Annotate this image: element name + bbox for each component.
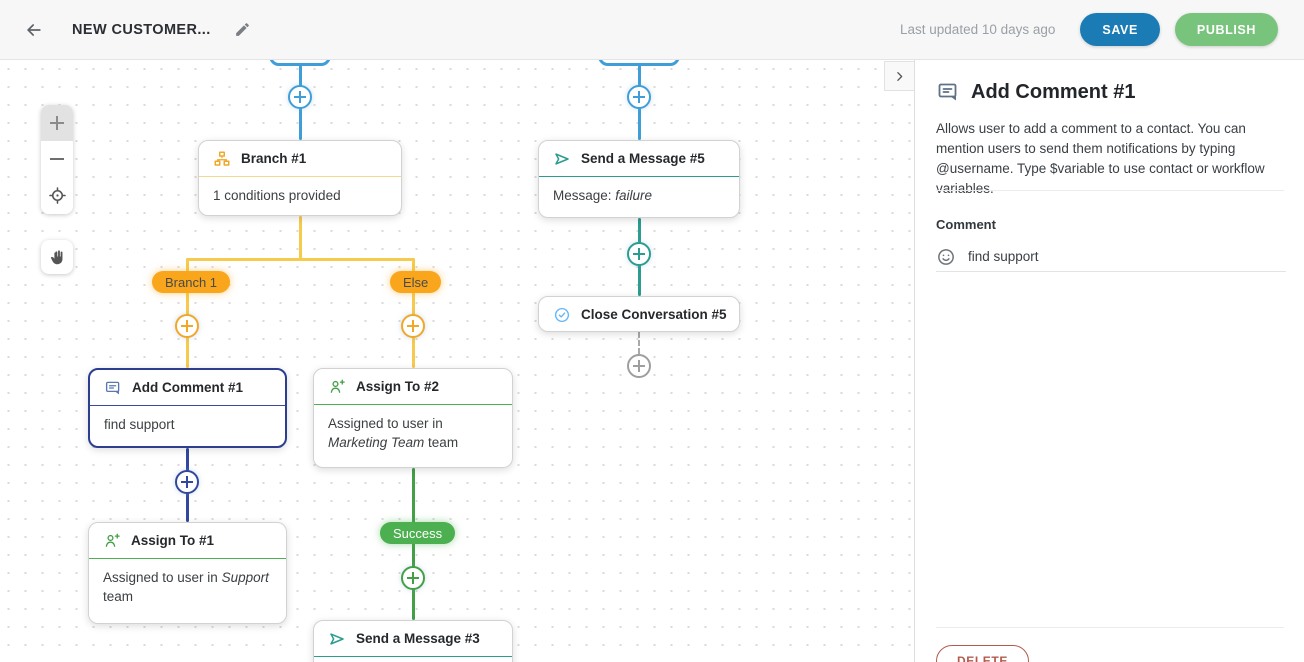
node-body: 1 conditions provided: [199, 177, 401, 214]
node-body: Assigned to user in Support team: [89, 559, 286, 615]
else-label-pill: Else: [390, 271, 441, 293]
node-body: Message: failure: [539, 177, 739, 214]
node-assign-to-2[interactable]: Assign To #2 Assigned to user in Marketi…: [313, 368, 513, 468]
save-button[interactable]: SAVE: [1080, 13, 1160, 46]
comment-input-value: find support: [968, 249, 1039, 264]
node-title: Assign To #1: [131, 533, 214, 548]
delete-button[interactable]: DELETE: [936, 645, 1029, 662]
success-label-pill: Success: [380, 522, 455, 544]
node-divider: [314, 656, 512, 657]
send-icon: [553, 150, 571, 168]
panel-title: Add Comment #1: [971, 81, 1135, 104]
zoom-in-button[interactable]: [41, 105, 73, 141]
workflow-canvas[interactable]: Branch 1 Else Success Branch #1 1 condit…: [0, 60, 914, 662]
edit-title-button[interactable]: [231, 18, 255, 42]
comment-field-label: Comment: [936, 217, 996, 232]
node-detail-panel: Add Comment #1 Allows user to add a comm…: [914, 60, 1304, 662]
send-icon: [328, 630, 346, 648]
workflow-title: NEW CUSTOMER...: [72, 22, 211, 38]
chevron-right-icon: [893, 70, 906, 83]
divider: [936, 627, 1284, 628]
check-bubble-icon: [553, 306, 571, 324]
add-step-plus-button[interactable]: [627, 242, 651, 266]
node-body: Assigned to user in Marketing Team team: [314, 405, 512, 461]
fit-view-button[interactable]: [41, 177, 73, 214]
add-step-plus-button[interactable]: [627, 354, 651, 378]
node-title: Assign To #2: [356, 379, 439, 394]
branch-icon: [213, 150, 231, 168]
add-step-plus-button[interactable]: [401, 566, 425, 590]
connector-line: [186, 258, 415, 261]
node-send-a-message-3[interactable]: Send a Message #3: [313, 620, 513, 662]
branch-label-pill: Branch 1: [152, 271, 230, 293]
add-step-plus-button[interactable]: [627, 85, 651, 109]
comment-icon: [936, 80, 960, 104]
last-updated-text: Last updated 10 days ago: [900, 22, 1055, 37]
node-branch-1[interactable]: Branch #1 1 conditions provided: [198, 140, 402, 216]
pan-hand-icon: [49, 249, 66, 266]
comment-icon: [104, 379, 122, 397]
add-step-plus-button[interactable]: [401, 314, 425, 338]
pan-button[interactable]: [41, 240, 73, 274]
add-step-plus-button[interactable]: [175, 470, 199, 494]
fit-view-crosshair-icon: [48, 186, 67, 205]
node-body: find support: [90, 406, 285, 443]
divider: [936, 190, 1284, 191]
connector-line: [412, 468, 415, 620]
back-button[interactable]: [20, 16, 48, 44]
node-assign-to-1[interactable]: Assign To #1 Assigned to user in Support…: [88, 522, 287, 624]
node-add-comment-1-selected[interactable]: Add Comment #1 find support: [88, 368, 287, 448]
pencil-edit-icon: [234, 21, 251, 38]
comment-input[interactable]: find support: [936, 242, 1286, 272]
add-step-plus-button[interactable]: [288, 85, 312, 109]
add-step-plus-button[interactable]: [175, 314, 199, 338]
connector-line: [299, 216, 302, 261]
zoom-toolbar: [41, 105, 73, 214]
node-send-a-message-5[interactable]: Send a Message #5 Message: failure: [538, 140, 740, 218]
assign-user-icon: [328, 378, 346, 396]
node-title: Add Comment #1: [132, 380, 243, 395]
zoom-out-button[interactable]: [41, 141, 73, 177]
publish-button[interactable]: PUBLISH: [1175, 13, 1278, 46]
collapse-panel-button[interactable]: [884, 61, 914, 91]
panel-description: Allows user to add a comment to a contac…: [936, 119, 1289, 199]
dashed-connector-line: [638, 332, 640, 354]
node-title: Branch #1: [241, 151, 306, 166]
assign-user-icon: [103, 532, 121, 550]
topbar: NEW CUSTOMER... Last updated 10 days ago…: [0, 0, 1304, 60]
smiley-emoji-icon[interactable]: [936, 247, 956, 267]
node-title: Send a Message #3: [356, 631, 480, 646]
node-title: Send a Message #5: [581, 151, 705, 166]
node-title: Close Conversation #5: [581, 307, 727, 322]
node-close-conversation-5[interactable]: Close Conversation #5: [538, 296, 740, 332]
back-arrow-icon: [24, 20, 44, 40]
